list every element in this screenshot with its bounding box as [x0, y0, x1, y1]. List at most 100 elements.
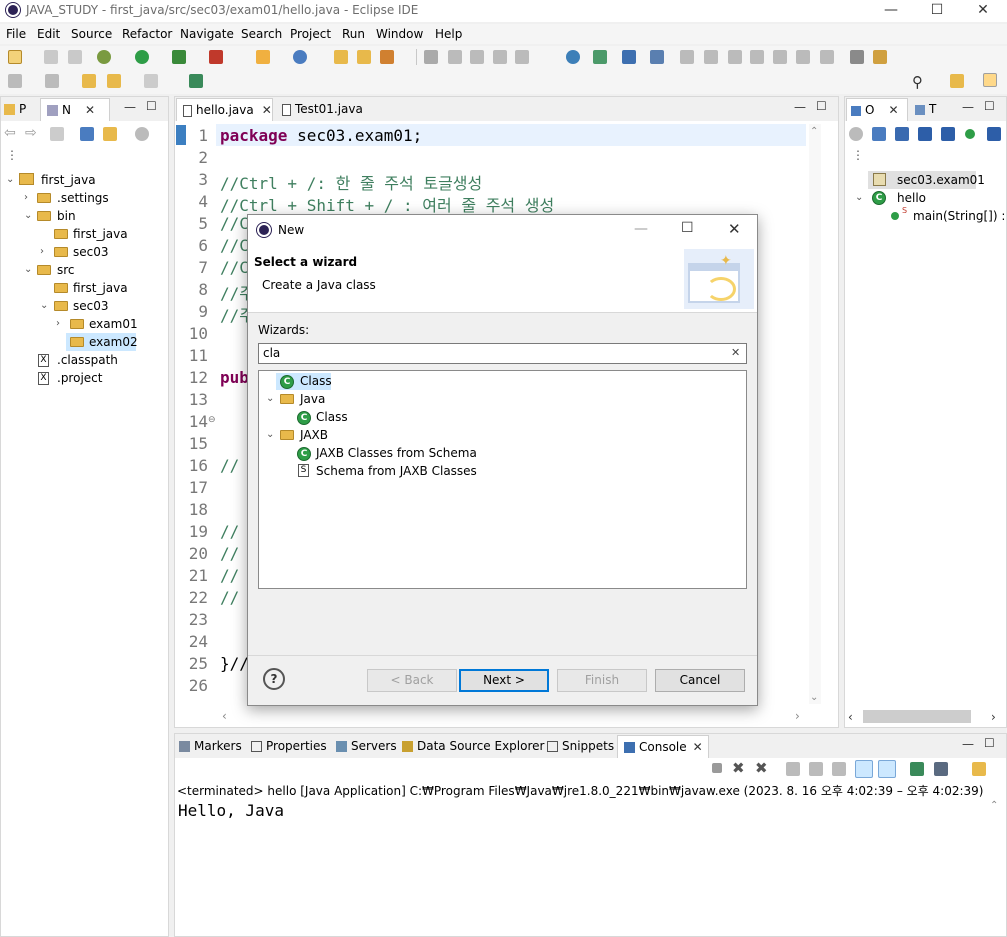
chevron-down-icon[interactable]: ⌄: [24, 264, 32, 275]
code-comment[interactable]: //: [220, 522, 249, 541]
close-tab-icon[interactable]: ✕: [888, 103, 898, 117]
console-toolbar-icon[interactable]: [622, 50, 636, 64]
tab-navigator[interactable]: N ✕: [40, 98, 110, 121]
tree-item-settings[interactable]: .settings: [57, 191, 109, 205]
console-scroll-up-icon[interactable]: ⌃: [990, 800, 998, 811]
tree-item-exam01[interactable]: exam01: [89, 317, 138, 331]
chevron-down-icon[interactable]: ⌄: [40, 300, 48, 311]
tab-snippets[interactable]: Snippets: [547, 739, 614, 753]
forward-arrow-icon[interactable]: ⇨: [25, 125, 37, 141]
menu-file[interactable]: File: [6, 27, 26, 41]
next-annotation-icon[interactable]: [8, 74, 22, 88]
browser-icon[interactable]: [566, 50, 580, 64]
chevron-down-icon[interactable]: ⌄: [6, 174, 14, 185]
open-perspective-icon[interactable]: [950, 74, 964, 88]
outline-item-method[interactable]: main(String[]) : v: [913, 209, 1005, 223]
code-comment[interactable]: //: [220, 566, 249, 585]
close-window-button[interactable]: ✕: [960, 0, 1006, 22]
outline-scroll-left-icon[interactable]: ‹: [848, 710, 853, 724]
menu-project[interactable]: Project: [290, 27, 331, 41]
previous-annotation-icon[interactable]: [45, 74, 59, 88]
chevron-down-icon[interactable]: ⌄: [266, 393, 274, 404]
save-all-icon[interactable]: [68, 50, 82, 64]
step-return-icon[interactable]: [820, 50, 834, 64]
scroll-down-icon[interactable]: ⌄: [810, 692, 818, 703]
terminate-icon[interactable]: [728, 50, 742, 64]
resume-icon[interactable]: [680, 50, 694, 64]
tree-item-first-java[interactable]: first_java: [41, 173, 96, 187]
maximize-panel-icon[interactable]: ☐: [146, 99, 157, 113]
tab-markers[interactable]: Markers: [179, 739, 242, 753]
code-comment[interactable]: //Ctrl + Shift + / : 여러 줄 주석 생성: [220, 192, 554, 216]
code-comment[interactable]: //: [220, 456, 249, 475]
chevron-right-icon[interactable]: ›: [24, 192, 28, 203]
tab-package-explorer[interactable]: P: [4, 102, 26, 116]
minimize-console-icon[interactable]: —: [962, 737, 974, 751]
maximize-editor-icon[interactable]: ☐: [816, 99, 827, 113]
pin-editor-icon[interactable]: [189, 74, 203, 88]
tree-item-classpath[interactable]: .classpath: [57, 353, 118, 367]
tree-item-src[interactable]: src: [57, 263, 75, 277]
tree-item-src-sec03[interactable]: sec03: [73, 299, 109, 313]
tree-item-bin-sec03[interactable]: sec03: [73, 245, 109, 259]
tree-item-bin-first-java[interactable]: first_java: [73, 227, 128, 241]
hide-non-public-icon[interactable]: [965, 129, 975, 139]
dialog-maximize-icon[interactable]: ☐: [681, 220, 694, 236]
code-comment[interactable]: //C: [220, 214, 249, 233]
minimize-button[interactable]: —: [868, 0, 914, 22]
help-icon[interactable]: ?: [263, 668, 285, 690]
tab-properties[interactable]: Properties: [251, 739, 327, 753]
scroll-lock-icon[interactable]: [809, 762, 823, 776]
word-wrap-icon[interactable]: [493, 50, 507, 64]
chevron-right-icon[interactable]: ›: [56, 318, 60, 329]
menu-edit[interactable]: Edit: [37, 27, 60, 41]
close-tab-icon[interactable]: ✕: [693, 740, 703, 754]
menu-refactor[interactable]: Refactor: [122, 27, 172, 41]
wizard-item-java-class[interactable]: Class: [316, 410, 348, 424]
outline-menu-icon[interactable]: ⋮: [852, 148, 864, 162]
save-icon[interactable]: [44, 50, 58, 64]
outline-toolbar-icon[interactable]: [850, 50, 864, 64]
menu-source[interactable]: Source: [71, 27, 112, 41]
chevron-down-icon[interactable]: ⌄: [855, 192, 863, 203]
toggle-mark-icon[interactable]: [424, 50, 438, 64]
last-edit-icon[interactable]: [82, 74, 96, 88]
code-comment[interactable]: //: [220, 588, 249, 607]
tree-item-src-first-java[interactable]: first_java: [73, 281, 128, 295]
chevron-down-icon[interactable]: ⌄: [266, 429, 274, 440]
tree-item-exam02[interactable]: exam02: [89, 335, 138, 349]
scroll-right-icon[interactable]: ›: [795, 709, 800, 723]
wizard-filter-input[interactable]: cla ✕: [258, 343, 747, 364]
tree-item-bin[interactable]: bin: [57, 209, 76, 223]
forward-icon[interactable]: [144, 74, 158, 88]
close-tab-icon[interactable]: ✕: [262, 103, 272, 117]
step-into-icon[interactable]: [773, 50, 787, 64]
cancel-button[interactable]: Cancel: [655, 669, 745, 692]
new-class-icon[interactable]: [293, 50, 307, 64]
collapse-outline-icon[interactable]: [872, 127, 886, 141]
console-output[interactable]: Hello, Java: [178, 801, 284, 820]
suspend-icon[interactable]: [704, 50, 718, 64]
chevron-right-icon[interactable]: ›: [40, 246, 44, 257]
block-selection-icon[interactable]: [470, 50, 484, 64]
link-editor-icon[interactable]: [103, 127, 117, 141]
step-over-icon[interactable]: [796, 50, 810, 64]
debug-icon[interactable]: [97, 50, 111, 64]
highlight-icon[interactable]: [448, 50, 462, 64]
search-toolbar-icon[interactable]: [380, 50, 394, 64]
menu-search[interactable]: Search: [241, 27, 282, 41]
back-icon[interactable]: [107, 74, 121, 88]
scroll-up-icon[interactable]: ⌃: [810, 126, 818, 137]
view-menu-icon[interactable]: [135, 127, 149, 141]
chevron-down-icon[interactable]: ⌄: [24, 210, 32, 221]
maximize-console-icon[interactable]: ☐: [984, 736, 995, 750]
search-icon[interactable]: ⚲: [912, 73, 923, 91]
external-tools-icon[interactable]: [209, 50, 223, 64]
collapse-all-icon[interactable]: [80, 127, 94, 141]
more-icon[interactable]: ⋮: [6, 148, 18, 162]
next-button[interactable]: Next >: [459, 669, 549, 692]
minimize-panel-icon[interactable]: —: [124, 100, 136, 114]
wizard-item-schema[interactable]: Schema from JAXB Classes: [316, 464, 477, 478]
minimize-outline-icon[interactable]: —: [962, 100, 974, 114]
disconnect-icon[interactable]: [750, 50, 764, 64]
